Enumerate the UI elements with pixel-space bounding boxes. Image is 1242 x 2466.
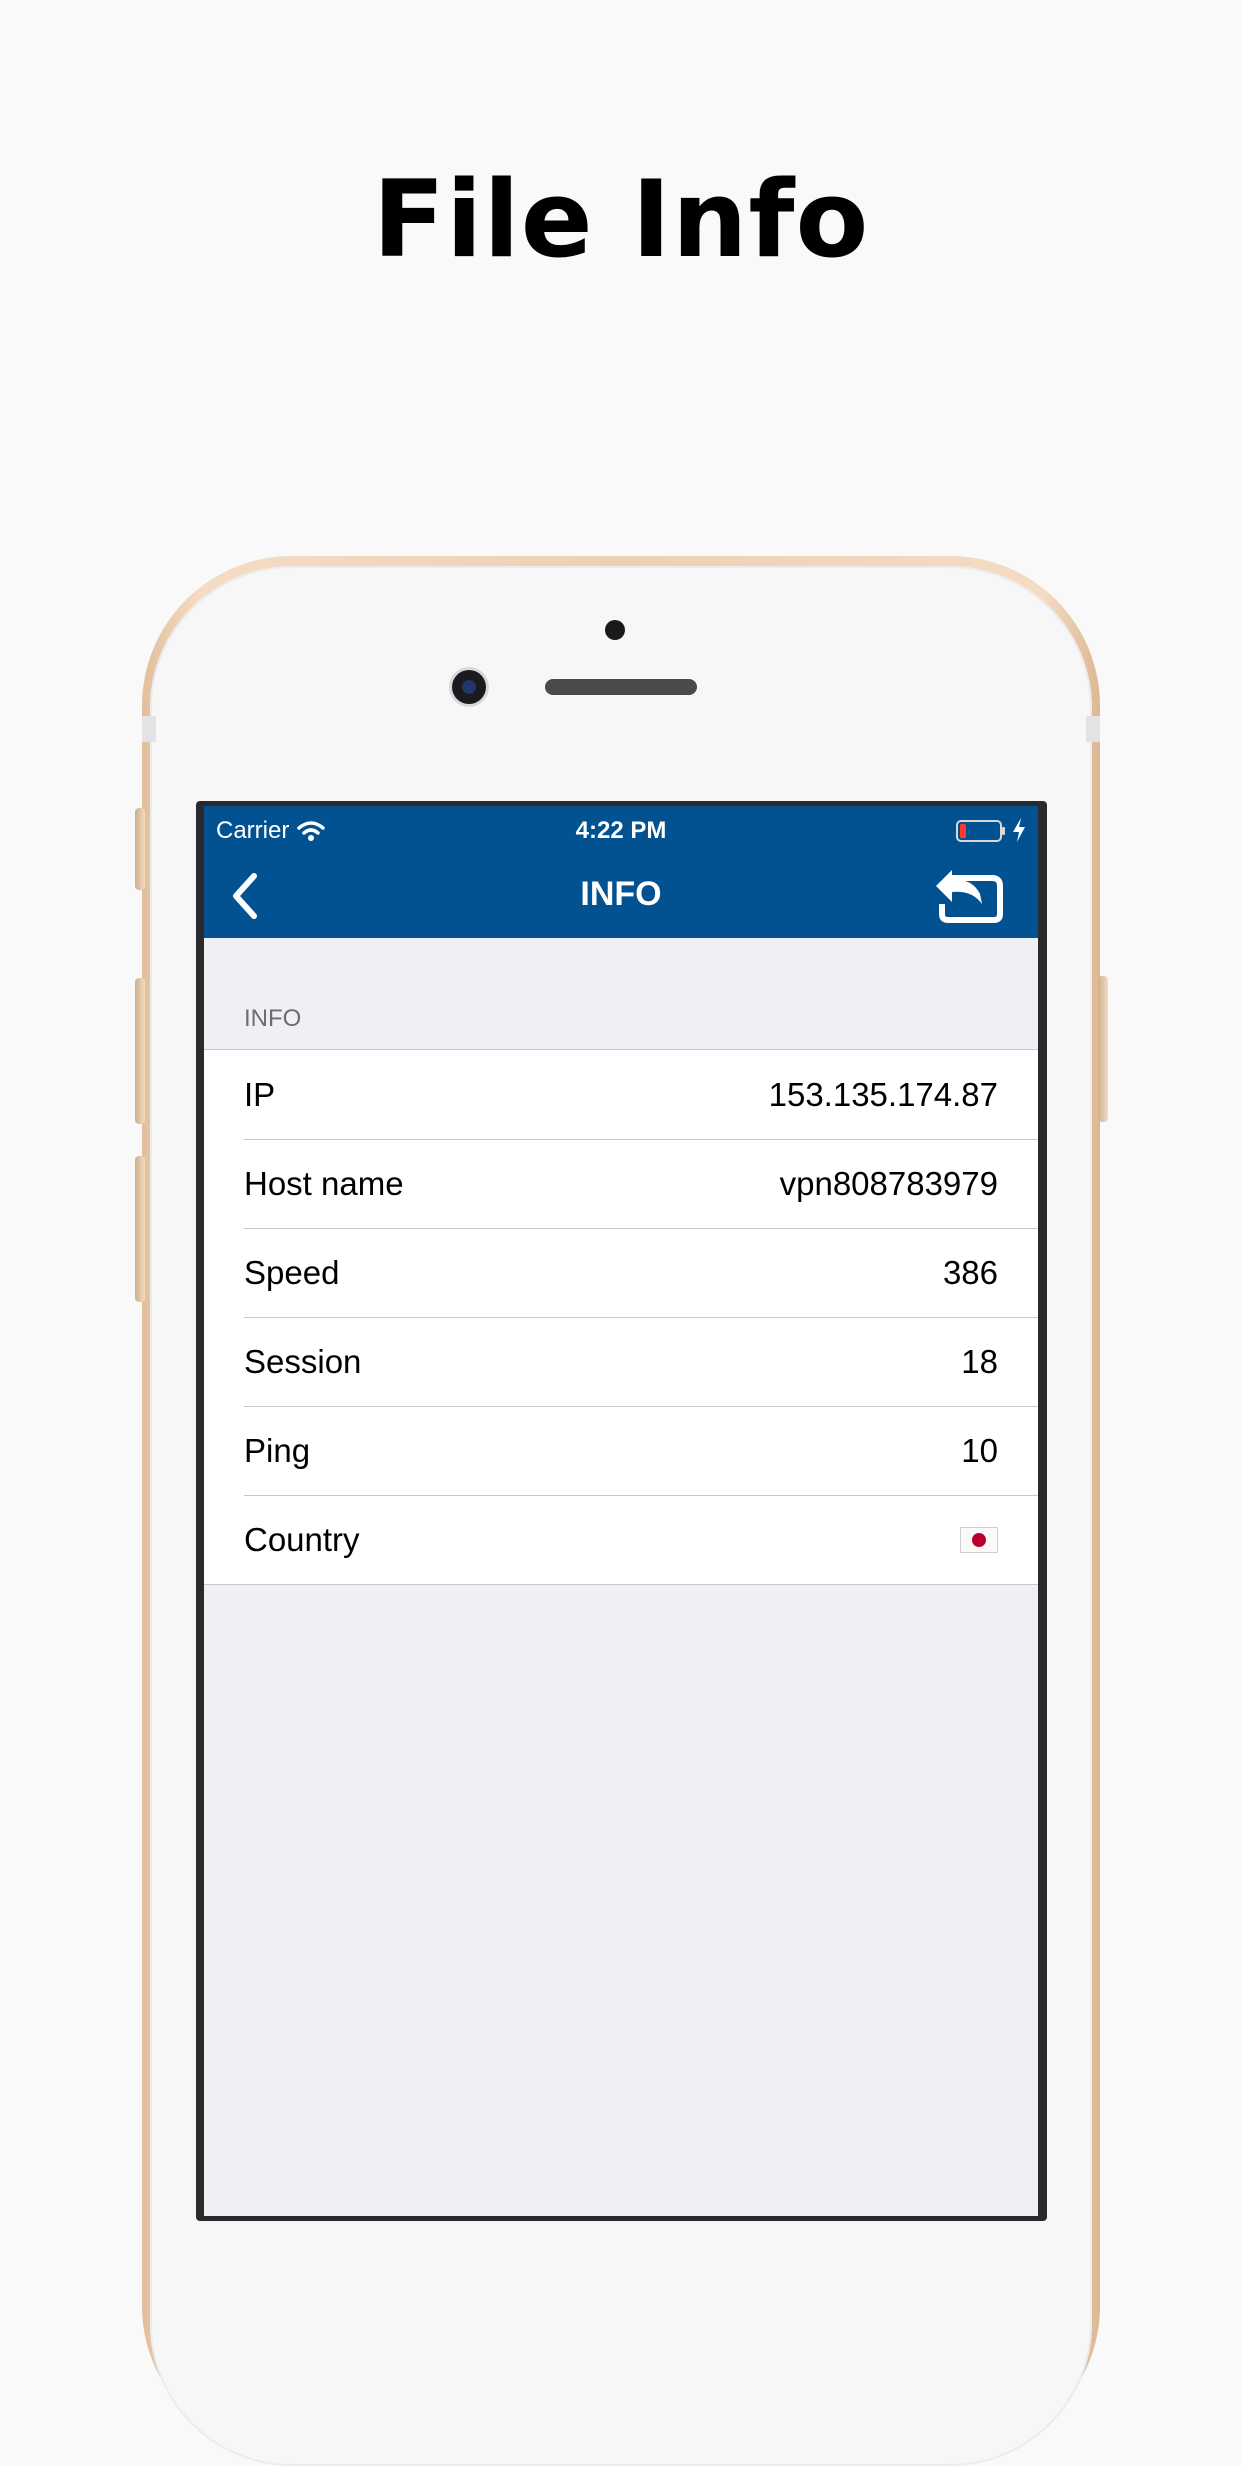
table-row-host-name: Host name vpn808783979	[204, 1139, 1038, 1228]
table-row-country: Country	[204, 1495, 1038, 1584]
navigation-bar: Carrier 4:22 PM INFO	[204, 806, 1038, 938]
antenna-band-right	[1086, 716, 1100, 742]
row-value: 10	[961, 1431, 998, 1469]
row-value: 18	[961, 1342, 998, 1380]
side-button-power	[1098, 976, 1108, 1122]
side-button-silent	[135, 808, 145, 890]
charging-bolt-icon	[1013, 818, 1025, 842]
antenna-band-left	[142, 716, 156, 742]
side-button-volume-down	[135, 1156, 145, 1302]
row-value: 153.135.174.87	[768, 1075, 998, 1113]
battery-icon	[956, 820, 1005, 842]
app-screen: Carrier 4:22 PM INFO INFO IP 153.135.174…	[204, 806, 1038, 2216]
row-label: Session	[244, 1342, 362, 1380]
row-label: Host name	[244, 1164, 404, 1202]
section-header: INFO	[244, 1005, 302, 1032]
row-label: Ping	[244, 1431, 311, 1469]
proximity-sensor	[605, 620, 625, 640]
table-row-session: Session 18	[204, 1317, 1038, 1406]
headline: File Info	[372, 158, 870, 281]
row-label: IP	[244, 1075, 276, 1113]
table-row-speed: Speed 386	[204, 1228, 1038, 1317]
japan-flag-icon	[960, 1526, 998, 1553]
earpiece-speaker	[545, 679, 697, 695]
status-time: 4:22 PM	[575, 817, 667, 844]
row-value: 386	[942, 1253, 998, 1291]
nav-title: INFO	[580, 875, 662, 913]
row-label: Speed	[244, 1253, 340, 1291]
table-row-ping: Ping 10	[204, 1406, 1038, 1495]
row-label: Country	[244, 1520, 360, 1558]
share-reply-icon[interactable]	[930, 864, 1006, 924]
side-button-volume-up	[135, 978, 145, 1124]
front-camera	[452, 670, 486, 704]
info-table: IP 153.135.174.87 Host name vpn808783979…	[204, 1049, 1038, 1585]
table-row-ip: IP 153.135.174.87	[204, 1050, 1038, 1139]
row-value: vpn808783979	[779, 1164, 998, 1202]
